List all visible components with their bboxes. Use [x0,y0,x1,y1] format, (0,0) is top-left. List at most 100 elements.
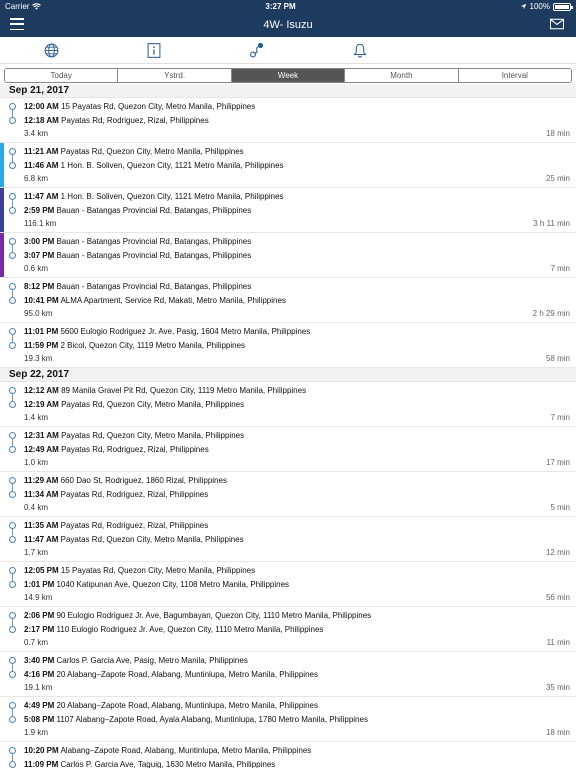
start-point-icon [9,432,16,439]
start-point-icon [9,567,16,574]
trip-end: 2:17 PM 110 Eulogio Rodriguez Jr. Ave, Q… [24,625,570,634]
start-address: Payatas Rd, Quezon City, Metro Manila, P… [61,431,245,440]
trip-distance: 19.1 km [24,683,53,692]
trip-distance: 1.7 km [24,548,49,557]
mail-icon[interactable] [550,18,564,30]
info-view-button[interactable] [103,42,206,58]
tab-interval[interactable]: Interval [458,69,571,82]
start-point-icon [9,193,16,200]
status-left: Carrier [5,2,42,11]
trip-row[interactable]: 11:47 AM 1 Hon. B. Soliven, Quezon City,… [0,188,576,233]
start-address: 20 Alabang–Zapote Road, Alabang, Muntinl… [56,701,318,710]
trip-start: 11:29 AM 660 Dao St, Rodriguez, 1860 Riz… [24,476,570,485]
tab-week[interactable]: Week [231,69,346,82]
trip-end: 12:19 AM Payatas Rd, Quezon City, Metro … [24,400,570,409]
trip-row[interactable]: 4:49 PM 20 Alabang–Zapote Road, Alabang,… [0,697,576,742]
end-address: Payatas Rd, Quezon City, Metro Manila, P… [61,400,245,409]
trip-row[interactable]: 11:01 PM 5600 Eulogio Rodriguez Jr. Ave,… [0,323,576,368]
trip-duration: 2 h 29 min [532,309,570,318]
start-point-icon [9,387,16,394]
trip-summary: 19.3 km 58 min [24,354,570,363]
trip-start: 2:06 PM 90 Eulogio Rodriguez Jr. Ave, Ba… [24,611,570,620]
end-time: 2:59 PM [24,206,55,215]
trip-row[interactable]: 3:00 PM Bauan - Batangas Provincial Rd, … [0,233,576,278]
end-address: 1 Hon. B. Soliven, Quezon City, 1121 Met… [60,161,284,170]
trip-summary: 0.7 km 11 min [24,638,570,647]
start-time: 3:00 PM [24,237,55,246]
location-arrow-icon [520,3,526,10]
start-point-icon [9,657,16,664]
end-time: 1:01 PM [24,580,55,589]
trip-start: 3:40 PM Carlos P. Garcia Ave, Pasig, Met… [24,656,570,665]
end-point-icon [9,671,16,678]
trip-duration: 18 min [545,129,570,138]
trip-start: 4:49 PM 20 Alabang–Zapote Road, Alabang,… [24,701,570,710]
trip-summary: 6.8 km 25 min [24,174,570,183]
tab-yesterday[interactable]: Ystrd. [118,69,232,82]
trip-duration: 17 min [545,458,570,467]
end-point-icon [9,491,16,498]
globe-icon [44,43,59,57]
trip-summary: 0.6 km 7 min [24,264,570,273]
start-point-icon [9,522,16,529]
alerts-view-button[interactable] [309,43,412,58]
end-time: 11:09 PM [24,760,59,768]
trip-summary: 14.9 km 56 min [24,593,570,602]
trip-duration: 3 h 11 min [533,219,570,228]
start-time: 11:35 AM [24,521,59,530]
trip-duration: 18 min [545,728,570,737]
trip-row[interactable]: 12:05 PM 15 Payatas Rd, Quezon City, Met… [0,562,576,607]
trip-distance: 1.9 km [24,728,49,737]
map-view-button[interactable] [0,43,103,58]
tab-today[interactable]: Today [5,69,119,82]
start-time: 11:21 AM [24,147,59,156]
trip-summary: 3.4 km 18 min [24,129,570,138]
trip-distance: 19.3 km [24,354,53,363]
trip-start: 12:05 PM 15 Payatas Rd, Quezon City, Met… [24,566,570,575]
trip-end: 12:18 AM Payatas Rd, Rodriguez, Rizal, P… [24,116,570,125]
trip-distance: 116.1 km [24,219,57,228]
trip-distance: 0.6 km [24,264,49,273]
trip-duration: 12 min [545,548,570,557]
trip-list[interactable]: Sep 21, 2017 12:00 AM 15 Payatas Rd, Quez… [0,84,576,768]
start-address: Carlos P. Garcia Ave, Pasig, Metro Manil… [56,656,248,665]
menu-icon[interactable] [10,18,24,30]
start-time: 8:12 PM [24,282,55,291]
trip-row[interactable]: 3:40 PM Carlos P. Garcia Ave, Pasig, Met… [0,652,576,697]
carrier-label: Carrier [5,2,30,11]
start-time: 12:00 AM [24,102,59,111]
trips-view-button[interactable] [206,42,309,58]
trip-start: 11:01 PM 5600 Eulogio Rodriguez Jr. Ave,… [24,327,570,336]
trip-row[interactable]: 12:00 AM 15 Payatas Rd, Quezon City, Met… [0,98,576,143]
end-time: 11:46 AM [24,161,59,170]
trip-color-bar [0,233,4,277]
trip-duration: 25 min [545,174,570,183]
trip-duration: 7 min [550,264,570,273]
start-time: 11:47 AM [24,192,59,201]
end-point-icon [9,207,16,214]
trip-distance: 95.0 km [24,309,53,318]
end-point-icon [9,446,16,453]
start-address: 90 Eulogio Rodriguez Jr. Ave, Bagumbayan… [56,611,372,620]
trip-row[interactable]: 12:31 AM Payatas Rd, Quezon City, Metro … [0,427,576,472]
trip-row[interactable]: 12:12 AM 89 Manila Gravel Pit Rd, Quezon… [0,382,576,427]
trip-row[interactable]: 11:29 AM 660 Dao St, Rodriguez, 1860 Riz… [0,472,576,517]
trip-row[interactable]: 8:12 PM Bauan - Batangas Provincial Rd, … [0,278,576,323]
trip-row[interactable]: 10:20 PM Alabang–Zapote Road, Alabang, M… [0,742,576,768]
start-address: 1 Hon. B. Soliven, Quezon City, 1121 Met… [60,192,284,201]
tab-month[interactable]: Month [345,69,459,82]
start-address: 89 Manila Gravel Pit Rd, Quezon City, 11… [61,386,307,395]
trip-end: 5:08 PM 1107 Alabang–Zapote Road, Ayala … [24,715,570,724]
start-time: 3:40 PM [24,656,55,665]
end-time: 4:16 PM [24,670,55,679]
trip-row[interactable]: 11:21 AM Payatas Rd, Quezon City, Metro … [0,143,576,188]
trip-row[interactable]: 2:06 PM 90 Eulogio Rodriguez Jr. Ave, Ba… [0,607,576,652]
trip-start: 12:00 AM 15 Payatas Rd, Quezon City, Met… [24,102,570,111]
end-address: Bauan - Batangas Provincial Rd, Batangas… [56,251,252,260]
start-time: 11:29 AM [24,476,59,485]
trip-duration: 56 min [545,593,570,602]
end-point-icon [9,536,16,543]
trip-row[interactable]: 11:35 AM Payatas Rd, Rodriguez, Rizal, P… [0,517,576,562]
start-point-icon [9,283,16,290]
start-address: 15 Payatas Rd, Quezon City, Metro Manila… [60,566,256,575]
